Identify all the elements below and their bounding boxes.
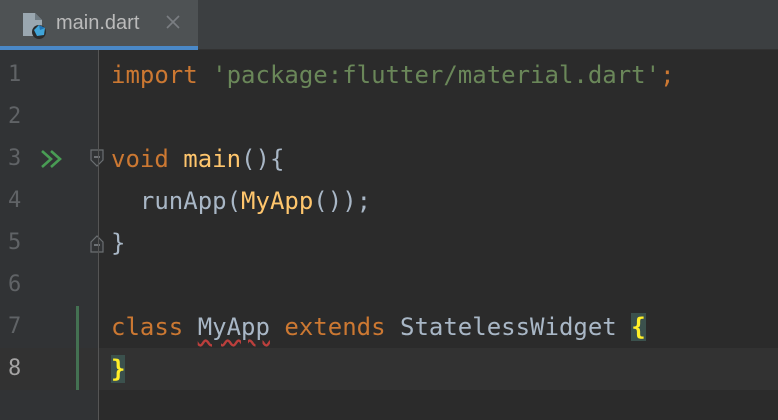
code-text: void main(){ [111, 147, 284, 171]
code-text: } [111, 355, 126, 383]
code-token: 'package:flutter/material.dart' [212, 61, 661, 89]
code-line[interactable]: 5} [0, 222, 778, 264]
code-line[interactable]: 4 runApp(MyApp()); [0, 180, 778, 222]
code-text: runApp(MyApp()); [111, 189, 371, 213]
code-token: } [111, 229, 126, 257]
code-line[interactable]: 7 class MyApp extends StatelessWidget { [0, 306, 778, 348]
code-token: runApp( [111, 187, 242, 215]
line-number: 8 [8, 356, 22, 381]
code-token: (){ [241, 145, 285, 173]
code-line[interactable]: 8} [0, 348, 778, 390]
code-line[interactable]: 2 [0, 96, 778, 138]
vcs-change-marker[interactable] [76, 306, 79, 390]
code-token: } [111, 355, 126, 383]
tab-label: main.dart [56, 12, 140, 34]
dart-file-icon [23, 13, 46, 39]
tab-main-dart[interactable]: main.dart [0, 0, 198, 50]
editor-tab-bar: main.dart [0, 0, 778, 50]
code-token: import [111, 61, 198, 89]
fold-open-icon[interactable] [89, 148, 105, 170]
code-token: ; [660, 61, 675, 89]
line-number: 1 [8, 62, 22, 87]
code-token: extends [284, 313, 386, 341]
code-token: class [111, 313, 184, 341]
code-text: class MyApp extends StatelessWidget { [111, 313, 646, 341]
code-text: import 'package:flutter/material.dart'; [111, 63, 675, 87]
code-token: void [111, 145, 169, 173]
close-icon[interactable] [164, 13, 182, 31]
line-number: 4 [8, 188, 22, 213]
line-number: 3 [8, 146, 22, 171]
code-line[interactable]: 1 import 'package:flutter/material.dart'; [0, 54, 778, 96]
line-number: 5 [8, 230, 22, 255]
ide-window: main.dart 1 import 'package:flutter/mater… [0, 0, 778, 420]
fold-close-icon[interactable] [89, 232, 105, 254]
code-line[interactable]: 3 void main(){ [0, 138, 778, 180]
code-token: MyApp [197, 313, 270, 341]
line-number: 6 [8, 272, 22, 297]
code-token: ()); [313, 187, 372, 215]
code-line[interactable]: 6 [0, 264, 778, 306]
code-token: main [183, 145, 242, 173]
code-token: { [631, 313, 646, 341]
run-icon[interactable] [40, 148, 64, 170]
line-number: 2 [8, 104, 22, 129]
gutter-divider [98, 50, 99, 420]
code-text: } [111, 231, 125, 255]
code-token: StatelessWidget [385, 313, 632, 341]
line-number: 7 [8, 314, 22, 339]
code-editor[interactable]: 1 import 'package:flutter/material.dart';… [0, 50, 778, 420]
code-token: MyApp [241, 187, 314, 215]
